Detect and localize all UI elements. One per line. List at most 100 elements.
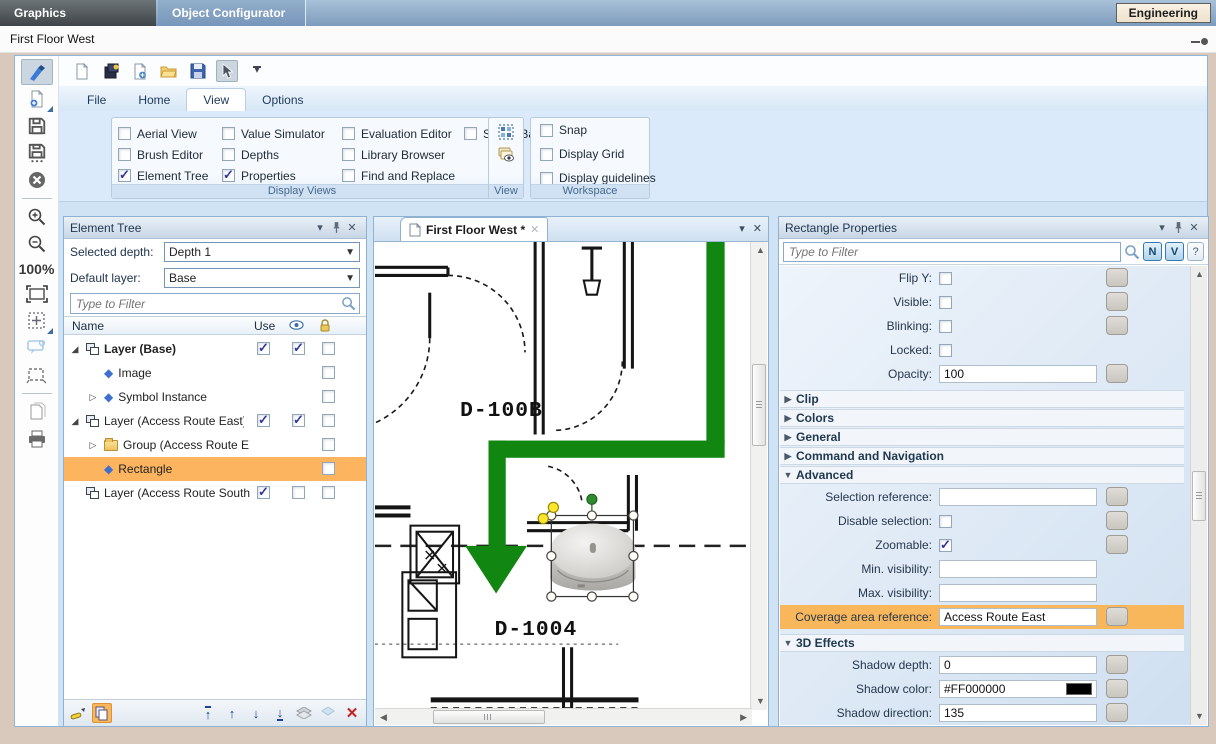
section-clip[interactable]: ▶Clip — [780, 390, 1184, 408]
marquee-select-button[interactable] — [21, 362, 53, 388]
find-and-replace-checkbox[interactable] — [342, 169, 355, 182]
filter-name-button[interactable]: N — [1143, 242, 1162, 261]
binding-button[interactable] — [1106, 364, 1128, 383]
checkbox-depths[interactable]: Depths — [222, 148, 342, 162]
tree-row-layer-base[interactable]: ◢ Layer (Base) — [64, 337, 366, 361]
canvas-horizontal-scrollbar[interactable]: ◀ ▶ — [375, 708, 752, 725]
ribbon-tab-view[interactable]: View — [186, 88, 246, 111]
new-from-template-button[interactable] — [129, 60, 151, 82]
binding-button[interactable] — [1106, 703, 1128, 722]
zoom-out-button[interactable] — [21, 231, 53, 257]
move-to-bottom-button[interactable]: ↓ — [270, 703, 290, 723]
rotation-handle[interactable] — [587, 494, 597, 504]
expander-expanded-icon[interactable]: ◢ — [70, 416, 80, 427]
paste-layer-button[interactable] — [92, 703, 112, 723]
opacity-input[interactable] — [939, 365, 1097, 383]
disable-selection-checkbox[interactable] — [939, 515, 952, 528]
visible-checkbox[interactable] — [939, 296, 952, 309]
scroll-left-icon[interactable]: ◀ — [380, 713, 387, 722]
max-visibility-input[interactable] — [939, 584, 1097, 602]
library-browser-checkbox[interactable] — [342, 148, 355, 161]
flatten-button[interactable] — [294, 703, 314, 723]
aerial-view-checkbox[interactable] — [118, 127, 131, 140]
section-3d-effects[interactable]: ▼3D Effects — [780, 634, 1184, 652]
locked-checkbox[interactable] — [939, 344, 952, 357]
close-document-button[interactable] — [21, 167, 53, 193]
selection-reference-input[interactable] — [939, 488, 1097, 506]
save-as-button[interactable] — [21, 140, 53, 166]
comment-tool-button[interactable] — [21, 335, 53, 361]
binding-button[interactable] — [1106, 679, 1128, 698]
binding-button[interactable] — [1106, 607, 1128, 626]
section-colors[interactable]: ▶Colors — [780, 409, 1184, 427]
ribbon-tab-file[interactable]: File — [71, 89, 122, 111]
move-up-button[interactable]: ↑ — [222, 703, 242, 723]
zoom-in-button[interactable] — [21, 204, 53, 230]
eye-column-icon[interactable] — [289, 319, 304, 331]
binding-button[interactable] — [1106, 511, 1128, 530]
canvas-menu-icon[interactable]: ▾ — [739, 222, 745, 235]
blinking-checkbox[interactable] — [939, 320, 952, 333]
scroll-up-icon[interactable]: ▲ — [756, 246, 765, 255]
checkbox-aerial-view[interactable]: Aerial View — [118, 127, 222, 141]
checkbox-properties[interactable]: Properties — [222, 169, 342, 183]
pin-icon[interactable] — [328, 220, 344, 236]
tab-object-configurator[interactable]: Object Configurator — [158, 0, 306, 26]
search-icon[interactable] — [341, 296, 356, 311]
panel-menu-icon[interactable]: ▾ — [312, 220, 328, 236]
lock-checkbox[interactable] — [322, 414, 335, 427]
checkbox-find-and-replace[interactable]: Find and Replace — [342, 169, 464, 183]
close-icon[interactable]: ✕ — [1186, 220, 1202, 236]
shadow-direction-input[interactable] — [939, 704, 1097, 722]
properties-scrollbar[interactable]: ▲ ▼ — [1190, 266, 1207, 725]
document-tab[interactable]: First Floor West * ✕ — [400, 217, 548, 241]
default-layer-combobox[interactable]: Base▼ — [164, 268, 360, 288]
status-bar-checkbox[interactable] — [464, 127, 477, 140]
brush-editor-checkbox[interactable] — [118, 148, 131, 161]
layers-eye-icon[interactable] — [497, 146, 515, 162]
drawing-canvas[interactable]: D-100B D-1004 — [375, 242, 752, 710]
expander-collapsed-icon[interactable]: ▷ — [88, 440, 98, 451]
shadow-depth-input[interactable] — [939, 656, 1097, 674]
checkbox-value-simulator[interactable]: Value Simulator — [222, 127, 342, 141]
group-button-disabled[interactable] — [318, 703, 338, 723]
ribbon-tab-options[interactable]: Options — [246, 89, 319, 111]
edit-layer-button[interactable] — [68, 703, 88, 723]
page-setup-button[interactable] — [21, 399, 53, 425]
visibility-checkbox[interactable] — [292, 414, 305, 427]
toolbar-overflow-button[interactable]: ▾ — [253, 66, 261, 76]
lock-checkbox[interactable] — [322, 486, 335, 499]
use-checkbox[interactable] — [257, 342, 270, 355]
section-general[interactable]: ▶General — [780, 428, 1184, 446]
checkbox-element-tree[interactable]: Element Tree — [118, 169, 222, 183]
save-button[interactable] — [21, 113, 53, 139]
collapse-handle-icon[interactable] — [1191, 38, 1208, 45]
min-visibility-input[interactable] — [939, 560, 1097, 578]
properties-checkbox[interactable] — [222, 169, 235, 182]
binding-button[interactable] — [1106, 316, 1128, 335]
new-project-button[interactable] — [100, 60, 122, 82]
expander-expanded-icon[interactable]: ◢ — [70, 344, 80, 355]
horizontal-scroll-thumb[interactable] — [433, 710, 545, 724]
shadow-color-field[interactable]: #FF000000 — [939, 680, 1097, 698]
properties-scroll-thumb[interactable] — [1192, 471, 1206, 521]
engineering-mode-button[interactable]: Engineering — [1116, 3, 1211, 23]
name-column-header[interactable]: Name — [72, 319, 104, 333]
tree-row-symbol-instance[interactable]: ▷ ◆ Symbol Instance — [64, 385, 366, 409]
canvas-close-icon[interactable]: ✕ — [753, 222, 762, 235]
tree-row-image[interactable]: ◆ Image — [64, 361, 366, 385]
checkbox-library-browser[interactable]: Library Browser — [342, 148, 464, 162]
tree-row-layer-access-route-east[interactable]: ◢ Layer (Access Route East) — [64, 409, 366, 433]
ribbon-tab-home[interactable]: Home — [122, 89, 186, 111]
grid-view-icon[interactable] — [497, 123, 515, 141]
coverage-area-reference-input[interactable] — [939, 608, 1097, 626]
move-to-top-button[interactable]: ↑ — [198, 703, 218, 723]
new-document-button[interactable] — [21, 86, 53, 112]
selected-depth-combobox[interactable]: Depth 1▼ — [164, 242, 360, 262]
lock-checkbox[interactable] — [322, 438, 335, 451]
tab-close-icon[interactable]: ✕ — [530, 223, 539, 236]
origin-view-button[interactable] — [21, 308, 53, 334]
tab-graphics[interactable]: Graphics — [0, 0, 156, 26]
lock-column-icon[interactable] — [319, 319, 331, 332]
depths-checkbox[interactable] — [222, 148, 235, 161]
